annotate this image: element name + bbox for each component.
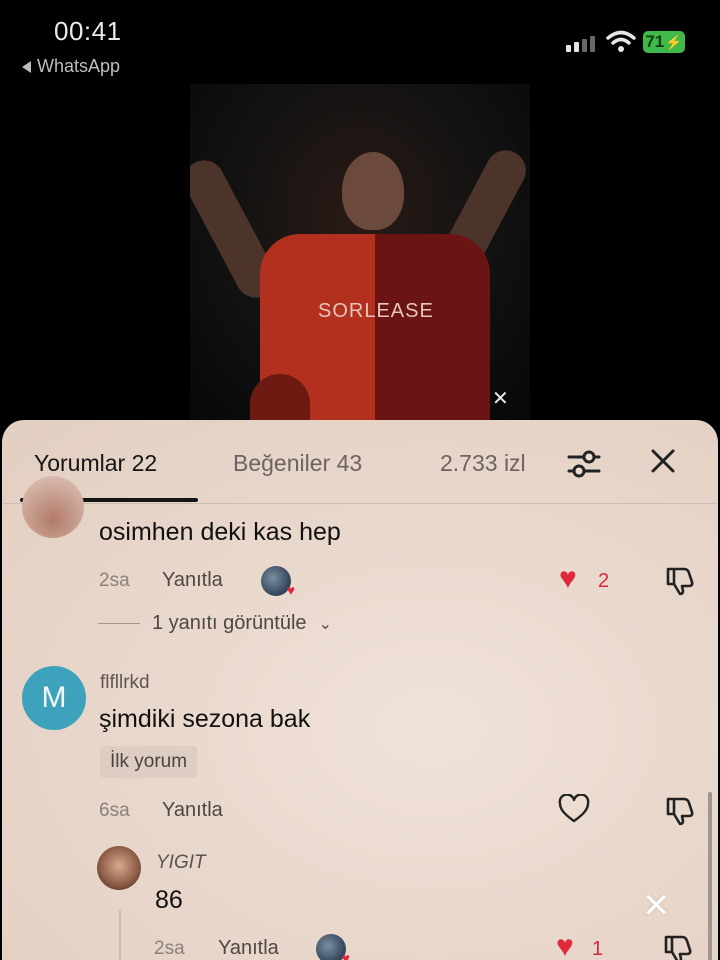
comment-time: 2sa bbox=[99, 570, 130, 591]
comment-text: osimhen deki kas hep bbox=[99, 518, 341, 546]
battery-level: 71 bbox=[645, 32, 665, 51]
comment-text: şimdiki sezona bak bbox=[99, 705, 311, 733]
charging-bolt-icon: ⚡ bbox=[665, 33, 683, 50]
like-count: 2 bbox=[598, 570, 610, 592]
heart-icon: ♥ bbox=[341, 950, 350, 960]
avatar[interactable] bbox=[97, 846, 141, 890]
first-comment-badge: İlk yorum bbox=[100, 746, 198, 778]
comment-time: 6sa bbox=[99, 800, 130, 821]
dislike-icon[interactable] bbox=[664, 794, 696, 826]
capcut-watermark-icon: ✕ bbox=[642, 887, 671, 925]
reply-username[interactable]: YIGIT bbox=[156, 852, 206, 874]
jersey-sponsor-text: SORLEASE bbox=[318, 300, 434, 322]
chevron-down-icon: ⌄ bbox=[318, 615, 332, 633]
avatar[interactable]: M bbox=[22, 666, 86, 730]
tab-comments[interactable]: Yorumlar 22 bbox=[34, 450, 157, 477]
reply-time: 2sa bbox=[154, 938, 185, 959]
heart-icon: ♥ bbox=[286, 582, 295, 598]
back-to-app-link[interactable]: WhatsApp bbox=[22, 56, 120, 77]
back-arrow-icon bbox=[22, 60, 31, 73]
back-app-label: WhatsApp bbox=[37, 56, 121, 76]
avatar-letter: M bbox=[41, 681, 67, 714]
view-replies-link[interactable]: 1 yanıtı görüntüle ⌄ bbox=[98, 612, 332, 635]
capcut-icon: ✕ bbox=[492, 388, 509, 410]
dislike-icon[interactable] bbox=[662, 932, 694, 960]
heart-filled-icon[interactable]: ♥ bbox=[559, 564, 577, 594]
sliders-icon[interactable] bbox=[566, 446, 602, 482]
comments-sheet: Yorumlar 22 Beğeniler 43 2.733 izl osimh… bbox=[2, 420, 718, 960]
reply-thread-line bbox=[119, 910, 121, 960]
player-head bbox=[342, 152, 404, 230]
comment-username[interactable]: flfllrkd bbox=[100, 672, 150, 694]
avatar[interactable] bbox=[22, 476, 84, 538]
heart-filled-icon[interactable]: ♥ bbox=[556, 932, 574, 960]
reply-text: 86 bbox=[155, 886, 183, 914]
cellular-signal-icon bbox=[566, 36, 595, 52]
tab-views[interactable]: 2.733 izl bbox=[440, 450, 546, 477]
scrollbar[interactable] bbox=[708, 792, 712, 960]
dislike-icon[interactable] bbox=[664, 564, 696, 596]
view-replies-label: 1 yanıtı görüntüle bbox=[152, 612, 307, 634]
reply-button[interactable]: Yanıtla bbox=[162, 569, 223, 592]
sheet-tabs: Yorumlar 22 Beğeniler 43 2.733 izl bbox=[2, 420, 718, 504]
tab-likes[interactable]: Beğeniler 43 bbox=[233, 450, 362, 477]
status-time: 00:41 bbox=[54, 16, 122, 46]
creator-liked-avatar: ♥ bbox=[316, 934, 350, 960]
wifi-icon bbox=[606, 30, 636, 52]
reply-button[interactable]: Yanıtla bbox=[162, 799, 223, 822]
reply-button[interactable]: Yanıtla bbox=[218, 937, 279, 960]
divider-line bbox=[98, 623, 140, 624]
close-icon[interactable] bbox=[646, 444, 680, 478]
like-count: 1 bbox=[592, 938, 604, 960]
heart-outline-icon[interactable] bbox=[558, 794, 590, 824]
video-preview[interactable]: SORLEASE ✕ bbox=[190, 84, 530, 420]
creator-liked-avatar: ♥ bbox=[261, 566, 295, 598]
battery-indicator: 71 ⚡ bbox=[643, 31, 685, 53]
